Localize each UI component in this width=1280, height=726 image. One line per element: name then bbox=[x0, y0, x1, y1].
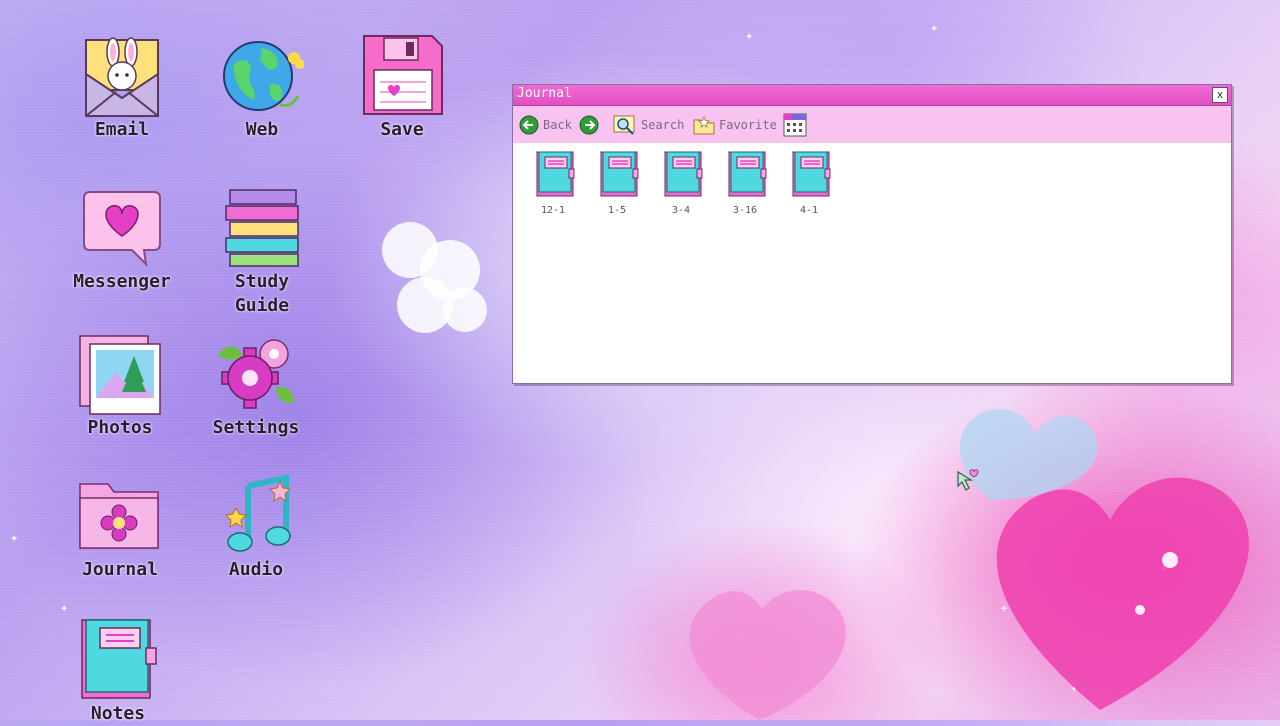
desktop-icon-audio[interactable]: Audio bbox=[196, 474, 316, 582]
music-note-icon bbox=[214, 474, 298, 558]
sparkle-icon: ✦ bbox=[745, 28, 754, 44]
desktop-icon-notes[interactable]: Notes bbox=[58, 618, 178, 726]
view-toggle-button[interactable] bbox=[783, 106, 807, 143]
sparkle-icon: ✦ bbox=[10, 530, 19, 546]
favorite-label: Favorite bbox=[719, 117, 777, 132]
desktop-icon-label: Settings bbox=[212, 417, 300, 438]
file-item[interactable]: 3-4 bbox=[651, 151, 711, 216]
desktop-icon-settings[interactable]: Settings bbox=[196, 332, 316, 440]
desktop-icon-save[interactable]: Save bbox=[342, 34, 462, 142]
photo-icon bbox=[78, 332, 162, 416]
books-icon bbox=[220, 186, 304, 270]
file-label: 3-16 bbox=[732, 205, 758, 216]
file-item[interactable]: 3-16 bbox=[715, 151, 775, 216]
window-toolbar: Back Search Favorite bbox=[513, 106, 1231, 143]
journal-window: Journal x Back Search Favorite 12-1 1-5 … bbox=[512, 84, 1232, 384]
journal-book-icon bbox=[792, 151, 831, 197]
gear-icon bbox=[214, 332, 298, 416]
file-item[interactable]: 1-5 bbox=[587, 151, 647, 216]
file-label: 4-1 bbox=[799, 205, 819, 216]
search-icon bbox=[613, 115, 635, 135]
journal-book-icon bbox=[600, 151, 639, 197]
file-item[interactable]: 4-1 bbox=[779, 151, 839, 216]
back-arrow-icon bbox=[519, 115, 539, 134]
desktop-icon-label: Save bbox=[380, 119, 424, 140]
file-label: 1-5 bbox=[607, 205, 627, 216]
desktop-icon-web[interactable]: Web bbox=[202, 34, 322, 142]
search-button[interactable]: Search bbox=[613, 106, 684, 143]
journal-book-icon bbox=[536, 151, 575, 197]
desktop-icon-journal[interactable]: Journal bbox=[60, 474, 180, 582]
chat-heart-icon bbox=[80, 186, 164, 270]
journal-book-icon bbox=[728, 151, 767, 197]
small-heart-decoration bbox=[689, 590, 846, 720]
desktop-icon-label: Email bbox=[94, 119, 150, 140]
window-title: Journal bbox=[517, 86, 572, 101]
favorite-button[interactable]: Favorite bbox=[693, 106, 777, 143]
floppy-disk-icon bbox=[360, 34, 444, 118]
file-item[interactable]: 12-1 bbox=[523, 151, 583, 216]
journal-book-icon bbox=[664, 151, 703, 197]
desktop-icon-label: Web bbox=[245, 119, 279, 140]
window-titlebar[interactable]: Journal x bbox=[513, 85, 1231, 106]
globe-icon bbox=[220, 34, 305, 118]
desktop-icon-study-guide[interactable]: Study Guide bbox=[202, 186, 322, 318]
desktop-icon-photos[interactable]: Photos bbox=[60, 332, 180, 440]
forward-arrow-icon bbox=[579, 115, 599, 134]
sparkle-icon: ✦ bbox=[930, 20, 939, 36]
desktop-icon-label: Study bbox=[234, 271, 290, 292]
sparkle-icon: ✦ bbox=[60, 600, 69, 616]
back-label: Back bbox=[543, 117, 572, 132]
desktop-icon-label: Guide bbox=[234, 295, 290, 316]
cloud-decoration bbox=[382, 222, 487, 333]
calendar-grid-icon bbox=[783, 113, 807, 136]
desktop-icon-label: Messenger bbox=[73, 271, 171, 292]
desktop-icon-email[interactable]: Email bbox=[62, 34, 182, 142]
email-icon bbox=[80, 34, 164, 118]
forward-button[interactable] bbox=[579, 106, 599, 143]
desktop-icon-label: Journal bbox=[82, 559, 158, 580]
file-label: 12-1 bbox=[540, 205, 566, 216]
notebook-icon bbox=[76, 618, 160, 702]
close-button[interactable]: x bbox=[1212, 87, 1228, 103]
desktop-icon-label: Photos bbox=[87, 417, 153, 438]
desktop-icon-label: Notes bbox=[90, 703, 146, 724]
window-content: 12-1 1-5 3-4 3-16 4-1 bbox=[513, 143, 1231, 383]
heart-cursor-icon bbox=[957, 469, 979, 491]
hearts-decoration bbox=[960, 409, 1249, 710]
back-button[interactable]: Back bbox=[519, 106, 572, 143]
folder-flower-icon bbox=[78, 474, 162, 558]
favorite-folder-icon bbox=[693, 115, 715, 134]
file-label: 3-4 bbox=[671, 205, 691, 216]
search-label: Search bbox=[641, 117, 685, 132]
desktop-icon-label: Audio bbox=[228, 559, 284, 580]
desktop-icon-messenger[interactable]: Messenger bbox=[62, 186, 182, 294]
